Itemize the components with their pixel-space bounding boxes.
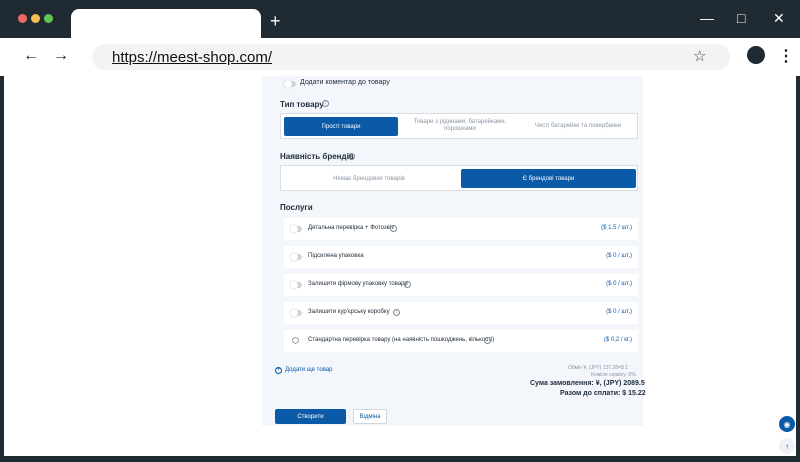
address-bar[interactable]: https://meest-shop.com/ [92,44,730,70]
service-price: ($ 0 / шт.) [606,253,632,259]
info-icon[interactable]: i [484,337,491,344]
service-price: ($ 1.5 / шт.) [601,225,632,231]
tab-bar: + — □ ✕ [0,0,800,39]
brand-selector: Немає брендових товарів Є брендові товар… [280,165,638,191]
brand-option[interactable]: Є брендові товари [461,169,636,188]
pay-total: Разом до сплати: $ 15.22 [560,390,646,397]
restore-icon[interactable]: □ [737,10,745,26]
services-title: Послуги [280,203,313,212]
service-toggle[interactable] [290,253,302,261]
create-button[interactable]: Створити [275,409,346,424]
active-tab[interactable] [71,9,261,39]
service-label: Детальна перевірка + Фотозвіт [308,225,394,231]
service-row: Залишити фірмову упаковку товару i ($ 0 … [284,274,638,296]
order-sum: Сума замовлення: ¥, (JPY) 2089.5 [530,380,645,387]
minimize-window-icon[interactable] [31,14,40,23]
info-icon[interactable]: i [404,281,411,288]
info-icon[interactable]: i [393,309,400,316]
close-window-icon[interactable] [18,14,27,23]
forward-icon[interactable]: → [53,47,69,65]
product-type-option[interactable]: Прості товари [284,117,398,136]
service-label: Залишити кур'єрську коробку [308,309,390,315]
browser-menu-icon[interactable]: ⋮ [778,46,794,66]
service-price: ($ 0 / шт.) [606,309,632,315]
service-row: Підсилена упаковка ($ 0 / шт.) [284,246,638,268]
url-text: https://meest-shop.com/ [112,49,273,66]
close-icon[interactable]: ✕ [773,10,785,27]
service-label: Стандартна перевірка товару (на наявніст… [308,337,495,343]
new-tab-button[interactable]: + [270,12,281,30]
service-row: Залишити кур'єрську коробку i ($ 0 / шт.… [284,302,638,324]
package-icon: ⬡ [292,336,299,345]
comment-toggle[interactable] [284,80,296,88]
browser-frame: + — □ ✕ ← → https://meest-shop.com/ ☆ ⋮ … [0,0,800,462]
service-label: Підсилена упаковка [308,253,364,259]
back-icon[interactable]: ← [23,47,39,65]
service-toggle[interactable] [290,281,302,289]
service-price: ($ 0,2 / кг.) [603,337,632,343]
service-row: ⬡ Стандартна перевірка товару (на наявні… [284,330,638,352]
plus-circle-icon[interactable]: + [275,367,282,374]
info-icon[interactable]: i [322,100,329,107]
product-type-option[interactable]: Товари з рідинами, батарейками, порошкам… [403,116,517,136]
brand-title: Наявність брендів [280,152,354,161]
product-type-selector: Прості товари Товари з рідинами, батарей… [280,113,638,139]
page-viewport: Додати коментар до товару Тип товару i П… [4,76,796,456]
profile-avatar[interactable] [747,46,765,64]
bookmark-icon[interactable]: ☆ [693,47,706,65]
service-row: Детальна перевірка + Фотозвіт i ($ 1.5 /… [284,218,638,240]
minimize-icon[interactable]: — [700,10,714,26]
service-toggle[interactable] [290,225,302,233]
commission-text: Комісія сервісу: 5% [591,372,636,378]
product-type-title: Тип товару [280,100,324,109]
add-item-link[interactable]: Додати ще товар [285,367,333,373]
brand-option[interactable]: Немає брендових товарів [284,169,454,188]
comment-toggle-label: Додати коментар до товару [300,79,390,86]
info-icon[interactable]: i [348,153,355,160]
info-icon[interactable]: i [390,225,397,232]
chat-icon[interactable]: ◉ [779,416,795,432]
maximize-window-icon[interactable] [44,14,53,23]
product-type-option[interactable]: Чисті батарейки та повербанки [519,116,637,136]
exchange-rate: Обмін ¥, (JPY) 137.28=$ 1 [568,365,628,371]
scroll-up-icon[interactable]: ↑ [779,438,795,454]
service-label: Залишити фірмову упаковку товару [308,281,408,287]
service-toggle[interactable] [290,309,302,317]
service-price: ($ 0 / шт.) [606,281,632,287]
browser-toolbar: ← → https://meest-shop.com/ ☆ ⋮ [0,38,800,76]
cancel-button[interactable]: Відміна [353,409,387,424]
